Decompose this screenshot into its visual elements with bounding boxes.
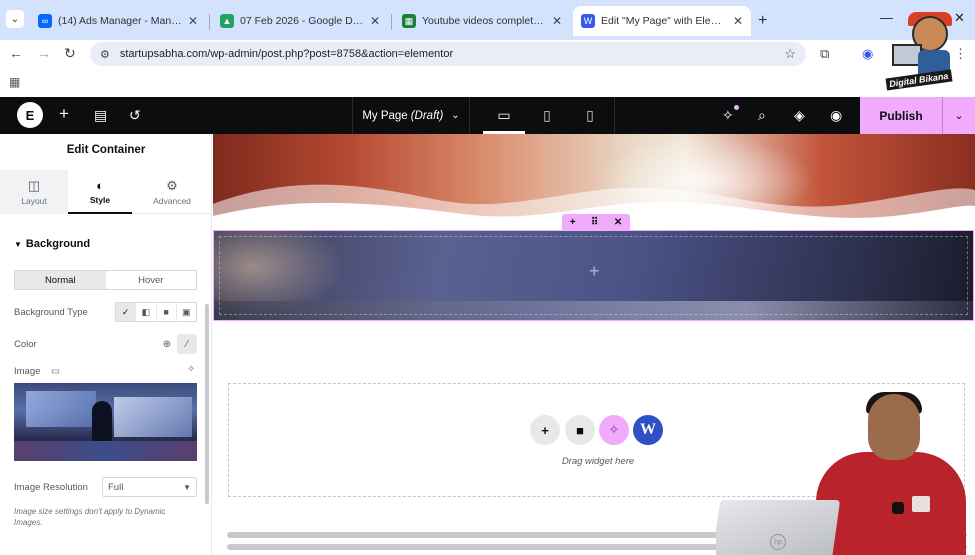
bookmarks-bar: ▦ (0, 68, 975, 96)
url-text: startupsabha.com/wp-admin/post.php?post=… (119, 48, 454, 60)
select-caret-down-icon: ▼ (183, 482, 191, 492)
apps-grid-icon[interactable]: ▦ (9, 75, 20, 89)
image-resolution-label: Image Resolution (14, 482, 88, 493)
browser-tab-elementor[interactable]: W Edit "My Page" with Elementor ✕ (573, 6, 751, 36)
close-tab-icon[interactable]: ✕ (552, 14, 562, 28)
delete-section-x-icon[interactable]: ✕ (614, 217, 622, 228)
desktop-device-icon[interactable]: ▭ (496, 105, 512, 125)
notifications-rocket-icon[interactable]: ✧ (722, 107, 734, 124)
video-icon[interactable]: ■ (157, 303, 177, 321)
close-tab-icon[interactable]: ✕ (188, 14, 198, 28)
channel-logo: Digital Bikana (884, 12, 974, 94)
gear-icon: ⚙ (166, 178, 178, 193)
browser-tab-strip: ⌄ ∞ (14) Ads Manager - Manage ad ✕ ▲ 07 … (0, 0, 975, 40)
preview-eye-icon[interactable]: ◉ (830, 107, 842, 124)
gradient-icon[interactable]: ◧ (136, 303, 157, 321)
forward-arrow-icon[interactable]: → (37, 45, 51, 61)
browser-tab-ads-manager[interactable]: ∞ (14) Ads Manager - Manage ad ✕ (30, 6, 206, 36)
page-selector[interactable]: My Page (Draft) ⌄ (352, 97, 470, 134)
tab-layout[interactable]: ◫ Layout (0, 170, 68, 214)
mobile-device-icon[interactable]: ▯ (582, 105, 598, 125)
publish-button[interactable]: Publish (860, 97, 942, 134)
site-settings-icon[interactable]: ⚙ (100, 48, 110, 61)
bookmark-star-icon[interactable]: ☆ (784, 46, 796, 62)
reload-icon[interactable]: ↻ (64, 45, 76, 62)
section-handle-toolbar: + ⠿ ✕ (562, 214, 630, 230)
chevron-down-icon: ⌄ (451, 110, 460, 121)
background-image-preview[interactable] (14, 383, 197, 461)
profile-extension-icon[interactable]: ◉ (862, 46, 873, 62)
back-arrow-icon[interactable]: ← (9, 45, 23, 61)
state-toggle: Normal Hover (14, 270, 197, 290)
image-resolution-select[interactable]: Full ▼ (102, 477, 197, 497)
image-label: Image ▭ (14, 366, 61, 377)
drag-widget-label: Drag widget here (561, 456, 635, 467)
caret-down-icon: ▼ (14, 240, 22, 249)
browser-tab-youtube-topics[interactable]: ▦ Youtube videos complete topic ✕ (394, 6, 570, 36)
sheets-icon: ▦ (402, 14, 416, 28)
container-selection-outline (213, 230, 974, 321)
presenter-webcam-overlay: hp (716, 392, 975, 555)
panel-title: Edit Container (66, 144, 146, 156)
add-element-plus-icon[interactable]: + (59, 104, 69, 124)
search-icon[interactable]: ⌕ (758, 107, 766, 124)
template-library-folder-icon[interactable]: ■ (565, 415, 595, 445)
tab-style[interactable]: ◐ Style (68, 170, 132, 214)
ai-sparkle-icon[interactable]: ✧ (187, 364, 195, 375)
browser-tab-google-drive[interactable]: ▲ 07 Feb 2026 - Google Drive ✕ (212, 6, 388, 36)
elementor-logo-icon[interactable]: E (17, 102, 43, 128)
edit-container-panel: Edit Container ◫ Layout ◐ Style ⚙ Advanc… (0, 134, 212, 555)
panel-scrollbar[interactable] (205, 304, 209, 504)
close-tab-icon[interactable]: ✕ (370, 14, 380, 28)
responsive-desktop-icon[interactable]: ▭ (51, 366, 60, 377)
background-type-label: Background Type (14, 307, 88, 318)
normal-state-button[interactable]: Normal (15, 271, 106, 289)
address-bar[interactable]: ⚙ startupsabha.com/wp-admin/post.php?pos… (90, 42, 806, 66)
hover-state-button[interactable]: Hover (106, 271, 197, 289)
color-swatch-empty-icon[interactable]: ⁄ (177, 334, 197, 354)
tab-search-chevron-icon[interactable]: ⌄ (6, 10, 24, 28)
add-new-container-plus-icon[interactable]: + (530, 415, 560, 445)
notification-dot (734, 105, 739, 110)
elementor-top-bar: E + ▤ ↺ My Page (Draft) ⌄ ▭ ▯ ▯ ✧ ⌕ ◈ ◉ … (0, 97, 975, 134)
drive-icon: ▲ (220, 14, 234, 28)
color-label: Color (14, 339, 37, 350)
close-tab-icon[interactable]: ✕ (733, 14, 743, 28)
history-icon[interactable]: ↺ (129, 107, 141, 124)
panel-tabs: ◫ Layout ◐ Style ⚙ Advanced (0, 170, 212, 214)
tab-advanced[interactable]: ⚙ Advanced (138, 170, 206, 214)
color-control: ⊕ ⁄ (157, 334, 197, 354)
slideshow-icon[interactable]: ▣ (177, 303, 196, 321)
page-settings-icon[interactable]: ▤ (94, 107, 107, 124)
add-section-plus-icon[interactable]: + (570, 217, 576, 228)
layout-columns-icon: ◫ (27, 178, 41, 193)
drag-handle-icon[interactable]: ⠿ (591, 217, 598, 228)
extensions-puzzle-icon[interactable]: ⧉ (820, 46, 829, 62)
global-colors-icon[interactable]: ⊕ (157, 334, 177, 354)
ai-generate-sparkle-icon[interactable]: ✧ (599, 415, 629, 445)
browser-toolbar: ← → ↻ ⚙ startupsabha.com/wp-admin/post.p… (0, 40, 975, 68)
structure-layers-icon[interactable]: ◈ (794, 107, 805, 124)
classic-paint-brush-icon[interactable]: ✓ (116, 303, 137, 321)
half-circle-icon: ◐ (96, 178, 104, 193)
background-type-selector: ✓ ◧ ■ ▣ (115, 302, 197, 322)
background-section-toggle[interactable]: ▼ Background (14, 238, 90, 250)
tablet-device-icon[interactable]: ▯ (539, 105, 555, 125)
image-size-note: Image size settings don't apply to Dynam… (14, 507, 166, 527)
meta-icon: ∞ (38, 14, 52, 28)
publish-options-chevron-icon[interactable]: ⌄ (942, 97, 975, 134)
wordpress-icon: W (581, 14, 595, 28)
wordpress-kit-icon[interactable]: W (633, 415, 663, 445)
laptop-brand-logo: hp (770, 534, 786, 550)
new-tab-plus-icon[interactable]: + (758, 12, 767, 30)
